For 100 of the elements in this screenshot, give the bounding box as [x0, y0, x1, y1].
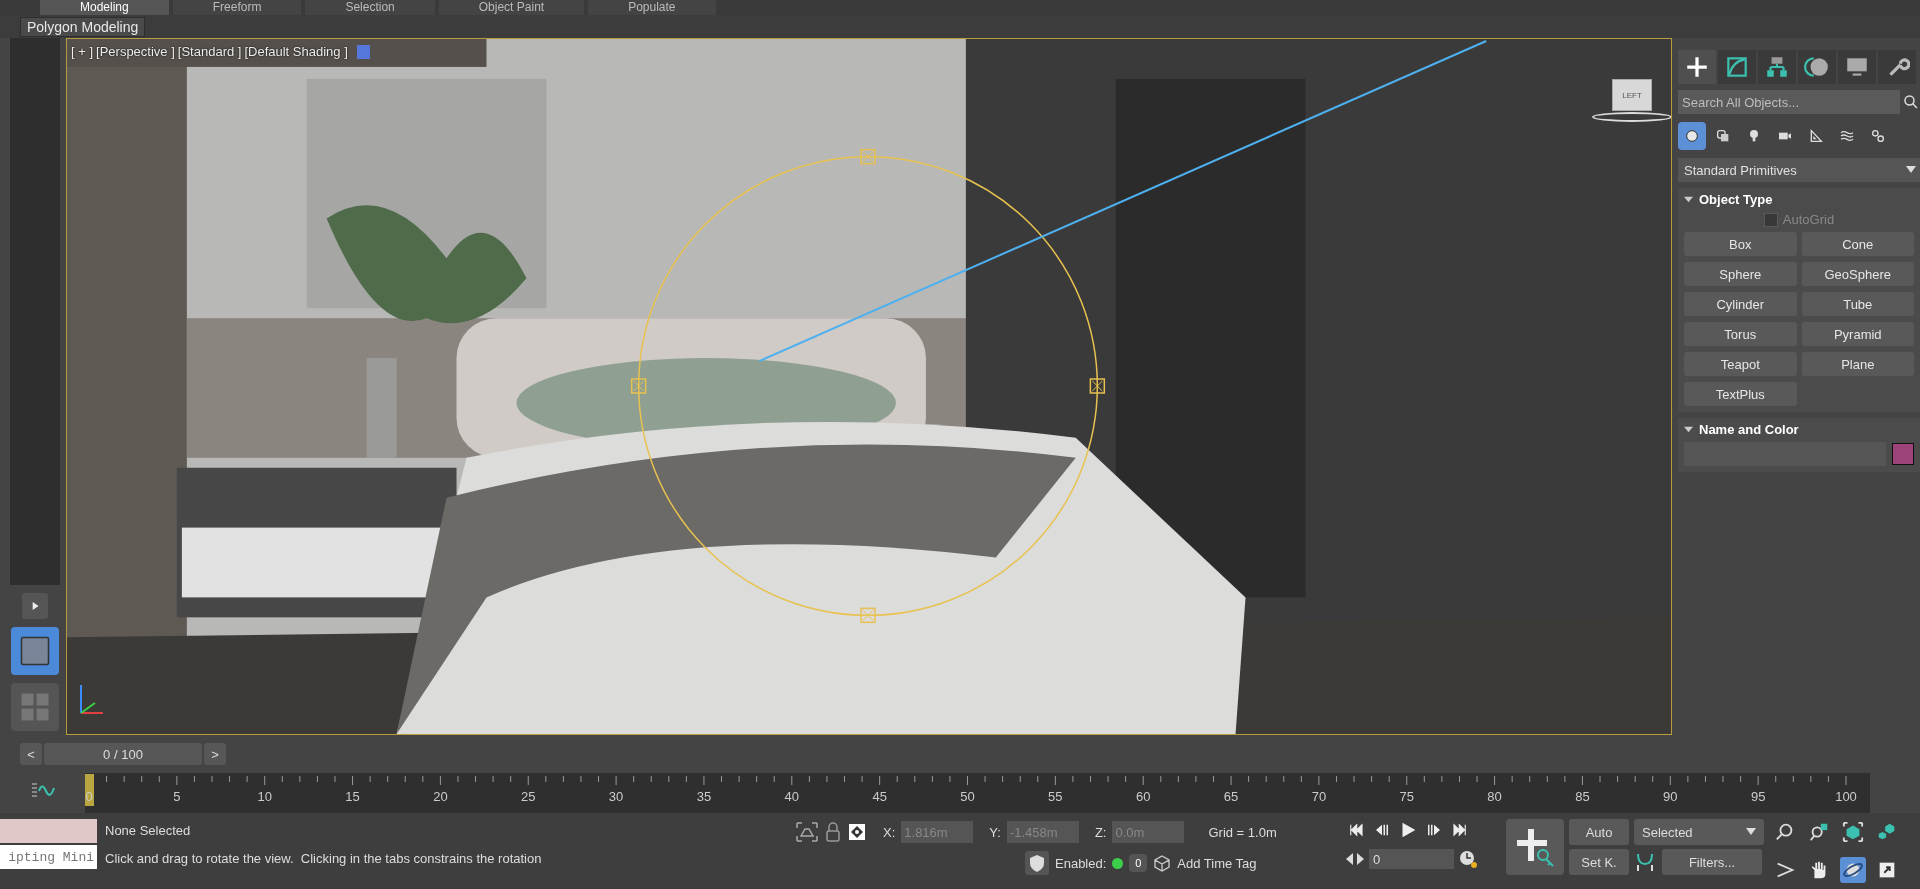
navigation-button[interactable]	[1840, 819, 1866, 845]
script-input-field[interactable]	[0, 819, 97, 843]
frame-label: 95	[1750, 789, 1766, 804]
primitive-button[interactable]: Teapot	[1684, 352, 1797, 376]
ribbon-tab[interactable]: Modeling	[40, 0, 169, 15]
primitive-button[interactable]: Pyramid	[1801, 322, 1914, 346]
command-tab[interactable]	[1798, 50, 1836, 84]
viewcube[interactable]: LEFT	[1612, 79, 1652, 111]
navigation-button[interactable]	[1840, 857, 1866, 883]
curve-editor-icon	[30, 781, 55, 797]
triangle-icon	[1684, 195, 1693, 204]
viewport-label[interactable]: [Default Shading ]	[244, 44, 348, 59]
set-key-button[interactable]: Set K.	[1569, 849, 1629, 875]
frame-label: 55	[1048, 789, 1063, 804]
tags-label: Enabled:	[1055, 855, 1107, 871]
frame-label: 30	[608, 789, 624, 804]
primitive-button[interactable]: Cylinder	[1684, 292, 1797, 316]
primitive-button[interactable]: TextPlus	[1684, 382, 1797, 406]
command-tab[interactable]	[1838, 50, 1876, 84]
ribbon-tab[interactable]: Object Paint	[438, 0, 585, 15]
frame-label: 50	[960, 789, 975, 804]
frame-label: 5	[173, 789, 181, 804]
ribbon-panel-label[interactable]: Polygon Modeling	[20, 16, 146, 37]
coordinate-label: X:	[883, 824, 896, 840]
category-dropdown[interactable]: Standard Primitives	[1678, 158, 1920, 182]
enabled-dot[interactable]	[1112, 857, 1124, 869]
add-time-tag-link[interactable]: Add Time Tag	[1177, 855, 1257, 871]
viewport[interactable]: [ + ] [Perspective ] [Standard ] [Default Shading ] LEFT	[66, 38, 1672, 735]
frame-label: 10	[257, 789, 272, 804]
primitive-button[interactable]: Plane	[1801, 352, 1914, 376]
primitive-button[interactable]: Cone	[1801, 232, 1914, 256]
rollout-header[interactable]: Object Type	[1684, 192, 1914, 207]
coordinate-label: Y:	[989, 824, 1001, 840]
category-button[interactable]	[1678, 122, 1706, 150]
play-button[interactable]	[22, 593, 48, 619]
viewport-label[interactable]: [ + ]	[71, 44, 94, 59]
filters-button[interactable]: Filters...	[1662, 849, 1762, 875]
layout-button[interactable]	[11, 627, 59, 675]
frame-label: 80	[1487, 789, 1502, 804]
frame-label: 85	[1575, 789, 1590, 804]
auto-key-button[interactable]: Auto	[1569, 819, 1629, 845]
rollout-header[interactable]: Name and Color	[1684, 422, 1914, 437]
viewport-label[interactable]: [Perspective ]	[96, 44, 175, 59]
arrows-icon	[1345, 852, 1365, 866]
frame-label: 90	[1663, 789, 1678, 804]
script-output-field[interactable]: ipting Mini	[0, 845, 97, 869]
frame-field[interactable]: 0	[1369, 849, 1454, 869]
frame-label: 40	[784, 789, 800, 804]
command-tab[interactable]	[1758, 50, 1796, 84]
primitive-button[interactable]: Box	[1684, 232, 1797, 256]
dropdown-value: Standard Primitives	[1684, 162, 1797, 178]
primitive-button[interactable]: Sphere	[1684, 262, 1797, 286]
frame-label: 65	[1223, 789, 1239, 804]
coordinate-label: Z:	[1094, 824, 1107, 840]
rotate-gizmo[interactable]	[630, 148, 1106, 624]
go-to-start-icon	[1347, 821, 1365, 839]
hierarchy-icon	[1764, 54, 1790, 80]
frame-label: 35	[696, 789, 712, 804]
shield-icon	[1025, 851, 1049, 875]
frame-label: 45	[872, 789, 887, 804]
trackbar[interactable]: 0 5 10 15 20 25 30 35 40 45 50 55 60 65 70 75 80 85 90 95 100	[85, 773, 1870, 813]
primitive-button[interactable]: Tube	[1801, 292, 1914, 316]
key-filter-icon	[1634, 851, 1656, 873]
time-config-icon	[1458, 849, 1478, 869]
time-slider-thumb[interactable]: 0 / 100	[44, 743, 202, 765]
frame-label: 20	[433, 789, 448, 804]
prompt-text: Click and drag to rotate the view. Clicking in the tabs constrains the rotation	[105, 851, 543, 866]
search-field[interactable]: Search All Objects...	[1678, 90, 1900, 114]
frame-label: 100	[1835, 789, 1857, 804]
ribbon-tab[interactable]: Selection	[305, 0, 435, 15]
ribbon-tab[interactable]: Freeform	[172, 0, 302, 15]
command-tab[interactable]	[1678, 50, 1716, 84]
command-tab[interactable]	[1718, 50, 1756, 84]
transform-mode-icon	[847, 822, 867, 842]
primitive-button[interactable]: GeoSphere	[1801, 262, 1914, 286]
time-marker[interactable]	[85, 774, 94, 806]
triangle-icon	[1684, 425, 1693, 434]
lock-icon	[825, 821, 841, 843]
command-tab[interactable]	[1878, 50, 1916, 84]
selection-set-dropdown[interactable]: Selected	[1634, 819, 1764, 845]
frame-label: 75	[1399, 789, 1414, 804]
curve-icon	[1724, 54, 1750, 80]
previous-frame-button[interactable]: <	[20, 743, 42, 765]
set-key-button[interactable]	[1506, 819, 1564, 875]
viewport-label[interactable]: [Standard ]	[177, 44, 242, 59]
search-icon	[1902, 93, 1920, 111]
primitive-button[interactable]: Torus	[1684, 322, 1797, 346]
caret-icon	[1906, 166, 1916, 174]
tag-count: 0	[1129, 854, 1148, 872]
next-frame-button[interactable]: >	[204, 743, 226, 765]
selection-status: None Selected	[105, 823, 192, 838]
motion-icon	[1804, 54, 1830, 80]
caret-icon	[1746, 828, 1756, 836]
frame-label: 15	[345, 789, 360, 804]
ribbon-tab[interactable]: Populate	[588, 0, 716, 15]
grid-size: Grid = 1.0m	[1208, 824, 1277, 840]
frame-label: 0	[85, 789, 93, 804]
frame-label: 60	[1135, 789, 1151, 804]
color-swatch[interactable]	[1892, 443, 1914, 465]
zoom-all-icon	[1808, 821, 1830, 843]
